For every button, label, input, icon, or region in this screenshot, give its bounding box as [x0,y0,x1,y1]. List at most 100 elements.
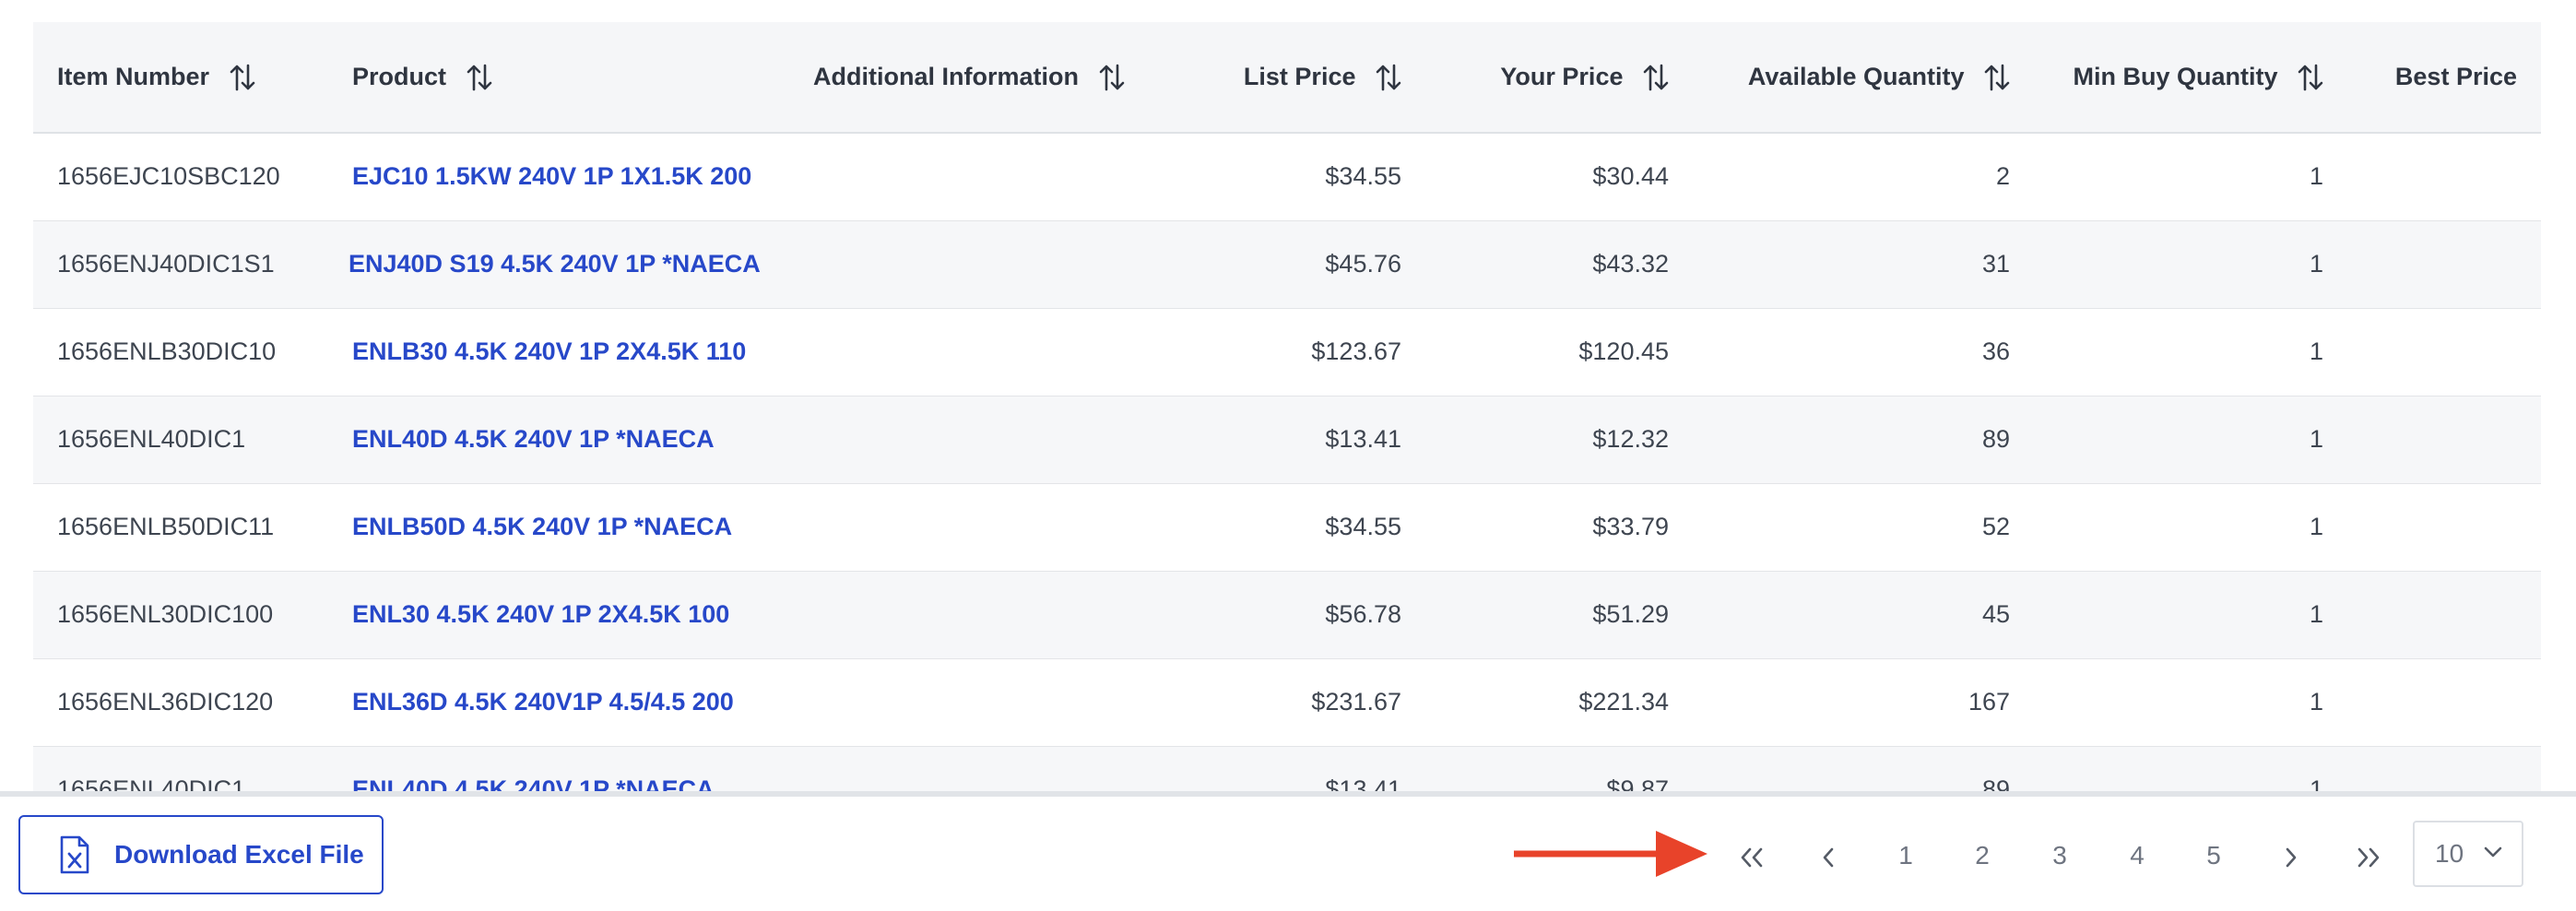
download-excel-label: Download Excel File [114,840,364,869]
excel-file-icon [59,834,90,875]
product-link[interactable]: ENJ40D S19 4.5K 240V 1P *NAECA [349,250,761,278]
available-quantity-cell: 89 [1693,746,2034,791]
page-number-3[interactable]: 3 [2032,837,2087,874]
download-excel-button[interactable]: Download Excel File [18,815,384,894]
table-row: 1656ENJ40DIC1S1 ENJ40D S19 4.5K 240V 1P … [33,220,2541,309]
double-chevron-left-icon [1741,847,1763,867]
best-price-cell [2347,483,2541,572]
product-cell: ENJ40D S19 4.5K 240V 1P *NAECA [328,220,789,309]
product-table-container: Item Number Product Additional Informati… [33,0,2541,791]
list-price-cell: $34.55 [1167,133,1425,221]
table-header-row: Item Number Product Additional Informati… [33,22,2541,134]
available-quantity-cell: 89 [1693,396,2034,484]
product-link[interactable]: EJC10 1.5KW 240V 1P 1X1.5K 200 [352,162,751,190]
column-header-your-price[interactable]: Your Price [1425,22,1693,134]
table-footer: Download Excel File 1 2 3 4 5 10 [0,797,2576,911]
available-quantity-cell: 31 [1693,220,2034,309]
last-page-button[interactable] [2341,837,2396,874]
product-link[interactable]: ENL40D 4.5K 240V 1P *NAECA [352,775,715,791]
page-number-1[interactable]: 1 [1878,837,1933,874]
additional-info-cell [789,220,1167,309]
best-price-cell [2347,396,2541,484]
chevron-down-icon [2484,846,2502,863]
additional-info-cell [789,396,1167,484]
your-price-cell: $120.45 [1425,308,1693,396]
column-header-best-price: Best Price [2347,22,2541,134]
column-header-min-buy-quantity[interactable]: Min Buy Quantity [2034,22,2347,134]
product-link[interactable]: ENL36D 4.5K 240V1P 4.5/4.5 200 [352,688,734,716]
your-price-cell: $51.29 [1425,571,1693,659]
product-cell: ENLB30 4.5K 240V 1P 2X4.5K 110 [328,308,789,396]
product-cell: ENL30 4.5K 240V 1P 2X4.5K 100 [328,571,789,659]
additional-info-cell [789,483,1167,572]
product-cell: ENL36D 4.5K 240V1P 4.5/4.5 200 [328,658,789,747]
table-row: 1656ENL40DIC1 ENL40D 4.5K 240V 1P *NAECA… [33,746,2541,791]
page-size-select[interactable]: 10 [2413,821,2523,887]
sort-icon[interactable] [1099,64,1125,91]
column-header-item-number[interactable]: Item Number [33,22,328,134]
additional-info-cell [789,658,1167,747]
sort-icon[interactable] [230,64,255,91]
min-buy-quantity-cell: 1 [2034,658,2347,747]
additional-info-cell [789,308,1167,396]
best-price-cell [2347,133,2541,221]
next-page-button[interactable] [2263,837,2319,874]
sort-icon[interactable] [1984,64,2010,91]
best-price-cell [2347,746,2541,791]
additional-info-cell [789,571,1167,659]
table-row: 1656ENL36DIC120 ENL36D 4.5K 240V1P 4.5/4… [33,658,2541,747]
chevron-right-icon [2286,847,2297,867]
min-buy-quantity-cell: 1 [2034,396,2347,484]
item-number-cell: 1656EJC10SBC120 [33,133,328,221]
page-size-value: 10 [2435,839,2464,868]
item-number-cell: 1656ENL40DIC1 [33,396,328,484]
table-row: 1656ENLB30DIC10 ENLB30 4.5K 240V 1P 2X4.… [33,308,2541,396]
your-price-cell: $30.44 [1425,133,1693,221]
product-link[interactable]: ENLB30 4.5K 240V 1P 2X4.5K 110 [352,337,746,365]
sort-icon[interactable] [1643,64,1669,91]
best-price-cell [2347,308,2541,396]
additional-info-cell [789,133,1167,221]
sort-icon[interactable] [1376,64,1401,91]
best-price-cell [2347,220,2541,309]
list-price-cell: $45.76 [1167,220,1425,309]
list-price-cell: $231.67 [1167,658,1425,747]
column-header-available-quantity[interactable]: Available Quantity [1693,22,2034,134]
first-page-button[interactable] [1724,837,1779,874]
available-quantity-cell: 36 [1693,308,2034,396]
page-number-4[interactable]: 4 [2109,837,2165,874]
previous-page-button[interactable] [1801,837,1856,874]
sort-icon[interactable] [2298,64,2323,91]
product-link[interactable]: ENLB50D 4.5K 240V 1P *NAECA [352,513,732,540]
available-quantity-cell: 52 [1693,483,2034,572]
column-header-list-price[interactable]: List Price [1167,22,1425,134]
best-price-cell [2347,571,2541,659]
page-number-2[interactable]: 2 [1955,837,2010,874]
column-header-product[interactable]: Product [328,22,789,134]
best-price-cell [2347,658,2541,747]
list-price-cell: $56.78 [1167,571,1425,659]
item-number-cell: 1656ENJ40DIC1S1 [33,220,328,309]
min-buy-quantity-cell: 1 [2034,746,2347,791]
min-buy-quantity-cell: 1 [2034,483,2347,572]
additional-info-cell [789,746,1167,791]
available-quantity-cell: 2 [1693,133,2034,221]
page-number-5[interactable]: 5 [2186,837,2241,874]
table-row: 1656EJC10SBC120 EJC10 1.5KW 240V 1P 1X1.… [33,133,2541,221]
column-header-additional-information[interactable]: Additional Information [789,22,1167,134]
product-link[interactable]: ENL30 4.5K 240V 1P 2X4.5K 100 [352,600,729,628]
item-number-cell: 1656ENL36DIC120 [33,658,328,747]
available-quantity-cell: 45 [1693,571,2034,659]
item-number-cell: 1656ENL40DIC1 [33,746,328,791]
chevron-left-icon [1823,847,1834,867]
product-link[interactable]: ENL40D 4.5K 240V 1P *NAECA [352,425,715,453]
sort-icon[interactable] [467,64,492,91]
list-price-cell: $123.67 [1167,308,1425,396]
min-buy-quantity-cell: 1 [2034,308,2347,396]
min-buy-quantity-cell: 1 [2034,220,2347,309]
double-chevron-right-icon [2357,847,2380,867]
table-row: 1656ENL40DIC1 ENL40D 4.5K 240V 1P *NAECA… [33,396,2541,484]
list-price-cell: $13.41 [1167,746,1425,791]
product-cell: ENL40D 4.5K 240V 1P *NAECA [328,396,789,484]
table-row: 1656ENL30DIC100 ENL30 4.5K 240V 1P 2X4.5… [33,571,2541,659]
